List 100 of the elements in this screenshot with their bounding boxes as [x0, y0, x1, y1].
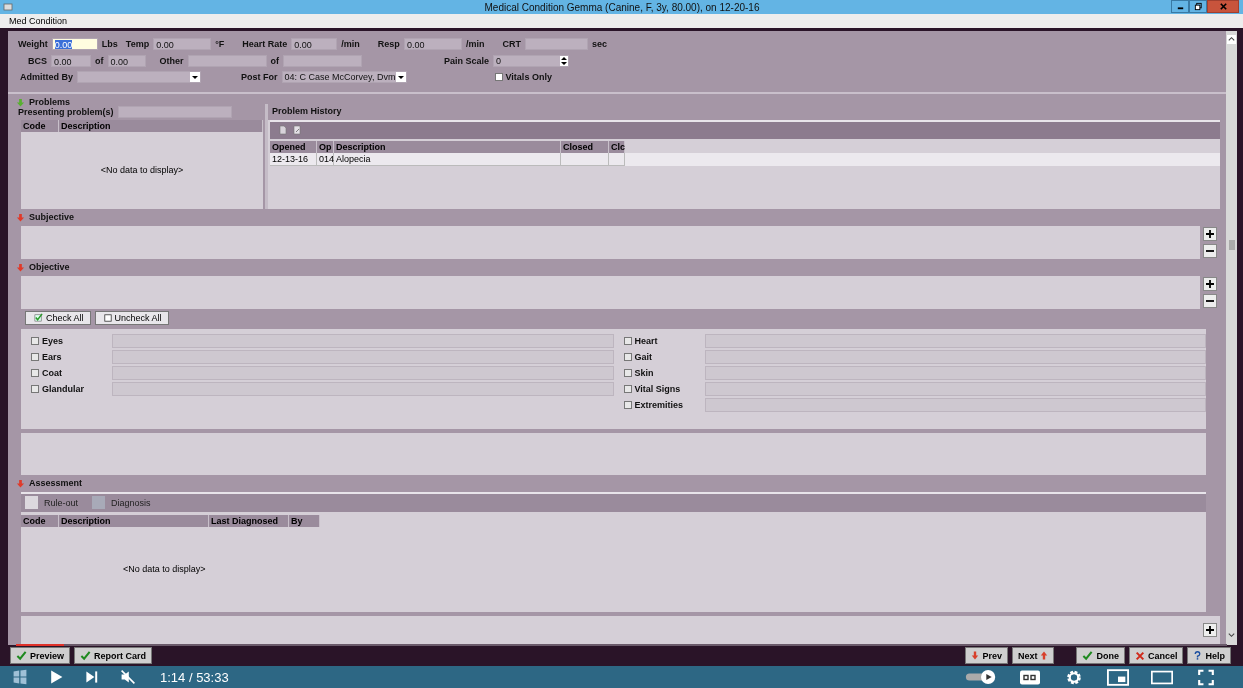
- input-field[interactable]: [704, 333, 1206, 348]
- input-field[interactable]: [524, 38, 588, 51]
- input-field[interactable]: 0.00: [403, 38, 462, 51]
- checkbox-label: Coat: [42, 367, 63, 378]
- column-header[interactable]: Description: [59, 514, 209, 527]
- input-field[interactable]: [112, 365, 614, 380]
- footer-button[interactable]: Cancel: [1128, 647, 1184, 664]
- close-button[interactable]: [1207, 0, 1239, 13]
- check-all-button[interactable]: Check All: [25, 310, 91, 325]
- checkbox[interactable]: [623, 352, 632, 361]
- checkbox[interactable]: [31, 352, 39, 361]
- table-cell: 014: [317, 152, 334, 166]
- checkbox[interactable]: [494, 73, 503, 82]
- minus-button[interactable]: [1203, 243, 1217, 258]
- input-field[interactable]: [704, 397, 1206, 412]
- table-cell: 12-13-16: [270, 152, 317, 166]
- plus-button[interactable]: [1203, 226, 1217, 241]
- column-header[interactable]: Code: [21, 119, 59, 132]
- up-arrow-icon: [1040, 650, 1049, 661]
- column-header[interactable]: Opened: [270, 140, 317, 153]
- theater-mode-icon[interactable]: [1151, 668, 1173, 686]
- footer-button[interactable]: Preview: [10, 647, 71, 664]
- input-field[interactable]: [117, 105, 232, 118]
- checkbox[interactable]: [31, 336, 39, 345]
- checkbox[interactable]: [623, 368, 632, 377]
- input-field[interactable]: [112, 333, 614, 348]
- column-header[interactable]: Closed: [561, 140, 609, 153]
- miniplayer-icon[interactable]: [1107, 668, 1129, 686]
- footer-button[interactable]: Help: [1187, 647, 1231, 664]
- field-label: CRT: [502, 39, 521, 50]
- fullscreen-icon[interactable]: [1195, 668, 1217, 686]
- input-field[interactable]: [704, 381, 1206, 396]
- start-icon[interactable]: [12, 669, 28, 685]
- muted-speaker-icon[interactable]: [120, 669, 136, 685]
- column-header[interactable]: By: [289, 514, 320, 527]
- field-label: Weight: [18, 39, 48, 50]
- edit-document-icon[interactable]: [292, 125, 302, 135]
- input-field[interactable]: [283, 54, 363, 67]
- footer-button[interactable]: Report Card: [74, 647, 153, 664]
- close-icon: [1218, 2, 1228, 11]
- input-field[interactable]: [704, 365, 1206, 380]
- checkmark-icon: [16, 650, 27, 661]
- captions-icon[interactable]: [1019, 668, 1041, 686]
- input-field[interactable]: 0.00: [153, 38, 212, 51]
- unit-label: °F: [215, 39, 225, 50]
- window-title: Medical Condition Gemma (Canine, F, 3y, 80.00), on 12-20-16: [484, 1, 760, 13]
- checkbox[interactable]: [623, 336, 632, 345]
- footer-button[interactable]: Done: [1076, 647, 1125, 664]
- input-field[interactable]: 0.00: [107, 54, 146, 67]
- spinner-arrows-icon[interactable]: [560, 55, 569, 66]
- scroll-down-icon[interactable]: [1227, 630, 1236, 639]
- menu-item[interactable]: Med Condition: [9, 16, 68, 26]
- input-field[interactable]: 0.00: [291, 38, 338, 51]
- checkbox-label: Extremities: [634, 399, 685, 410]
- input-field[interactable]: 0.00: [51, 54, 91, 67]
- subjective-notes-field[interactable]: [21, 225, 1200, 259]
- footer-button[interactable]: Next: [1011, 647, 1055, 664]
- panel-title: Problem History: [272, 105, 342, 116]
- section-title: Problems: [29, 97, 70, 107]
- tab[interactable]: Diagnosis: [88, 493, 161, 512]
- field-label: Resp: [377, 39, 400, 50]
- input-field[interactable]: 0.00: [51, 38, 98, 51]
- field-label: Temp: [125, 39, 150, 50]
- next-icon[interactable]: [84, 669, 100, 685]
- column-header[interactable]: Last Diagnosed: [209, 514, 289, 527]
- checkbox[interactable]: [623, 400, 632, 409]
- checkbox[interactable]: [623, 384, 632, 393]
- plus-button[interactable]: [1203, 623, 1217, 638]
- pain-scale-spinner[interactable]: 0: [493, 54, 570, 67]
- plus-button[interactable]: [1203, 276, 1217, 291]
- objective-notes-field[interactable]: [21, 275, 1200, 309]
- scrollbar[interactable]: [1226, 31, 1237, 645]
- input-field[interactable]: [112, 381, 614, 396]
- play-icon[interactable]: [48, 669, 64, 685]
- column-header[interactable]: Clc: [609, 140, 625, 153]
- minus-button[interactable]: [1203, 293, 1217, 308]
- checkbox-label: Gait: [634, 351, 653, 362]
- empty-message: <No data to display>: [100, 165, 184, 175]
- input-field[interactable]: [112, 349, 614, 364]
- input-field[interactable]: [187, 54, 267, 67]
- column-header[interactable]: Description: [59, 119, 263, 132]
- scroll-up-icon[interactable]: [1227, 35, 1236, 44]
- minimize-button[interactable]: [1171, 0, 1189, 13]
- column-header[interactable]: Code: [21, 514, 59, 527]
- checkbox[interactable]: [31, 384, 39, 393]
- document-icon[interactable]: [278, 125, 288, 135]
- field-label: BCS: [28, 55, 47, 66]
- column-header[interactable]: Op: [317, 140, 334, 153]
- column-header[interactable]: Description: [334, 140, 561, 153]
- input-field[interactable]: [704, 349, 1206, 364]
- post-for-dropdown[interactable]: 04: C Case McCorvey, Dvm: [281, 71, 407, 84]
- uncheck-all-button[interactable]: Uncheck All: [94, 310, 169, 325]
- scrollbar-thumb[interactable]: [1228, 240, 1235, 250]
- restore-button[interactable]: [1189, 0, 1207, 13]
- field-label: of: [95, 55, 104, 66]
- video-time: 1:14 / 53:33: [160, 669, 229, 685]
- tab[interactable]: Rule-out: [21, 493, 89, 512]
- autoplay-toggle[interactable]: [965, 668, 997, 686]
- footer-button[interactable]: Prev: [965, 647, 1008, 664]
- checkbox[interactable]: [31, 368, 39, 377]
